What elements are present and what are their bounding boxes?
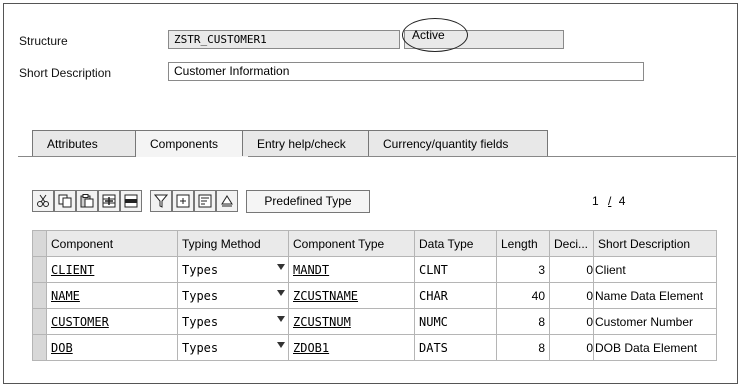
row-selector[interactable] <box>32 282 47 309</box>
row-selector[interactable] <box>32 334 47 361</box>
typing-method-value: Types <box>182 288 219 303</box>
decimals-cell: 0 <box>549 308 594 335</box>
decimals-cell: 0 <box>549 334 594 361</box>
row-selector[interactable] <box>32 308 47 335</box>
typing-method-select[interactable]: Types <box>177 282 289 309</box>
tab-currency-label: Currency/quantity fields <box>383 137 509 151</box>
short-description-input[interactable]: Customer Information <box>168 62 644 81</box>
component-cell[interactable]: NAME <box>46 282 178 309</box>
tab-components[interactable]: Components <box>135 130 248 157</box>
component-cell[interactable]: CUSTOMER <box>46 308 178 335</box>
short-description-cell: Name Data Element <box>593 282 717 309</box>
length-cell: 8 <box>496 334 550 361</box>
sort-icon[interactable] <box>194 190 216 212</box>
table-row: CUSTOMER Types ZCUSTNUM NUMC 8 0 Custome… <box>32 308 717 335</box>
length-cell: 8 <box>496 308 550 335</box>
column-header[interactable]: Short Description <box>593 230 717 257</box>
typing-method-select[interactable]: Types <box>177 308 289 335</box>
typing-method-value: Types <box>182 340 219 355</box>
typing-method-value: Types <box>182 314 219 329</box>
pager: 1 / 4 <box>592 194 625 208</box>
components-table: Component Typing Method Component Type D… <box>32 230 717 361</box>
component-cell[interactable]: CLIENT <box>46 256 178 283</box>
component-type-cell[interactable]: ZDOB1 <box>288 334 415 361</box>
short-description-label: Short Description <box>19 66 112 80</box>
typing-method-value: Types <box>182 262 219 277</box>
tab-currency-quantity-fields[interactable]: Currency/quantity fields <box>368 130 548 156</box>
pager-total: 4 <box>618 194 626 208</box>
component-cell[interactable]: DOB <box>46 334 178 361</box>
column-header[interactable]: Component Type <box>288 230 415 257</box>
insert-row-icon[interactable] <box>98 190 120 212</box>
length-cell: 40 <box>496 282 550 309</box>
data-type-cell: DATS <box>414 334 497 361</box>
short-description-cell: Client <box>593 256 717 283</box>
dropdown-arrow-icon[interactable] <box>277 342 285 348</box>
column-header[interactable]: Typing Method <box>177 230 289 257</box>
short-description-cell: DOB Data Element <box>593 334 717 361</box>
typing-method-select[interactable]: Types <box>177 334 289 361</box>
cut-icon[interactable] <box>32 190 54 212</box>
component-type-cell[interactable]: ZCUSTNAME <box>288 282 415 309</box>
table-header-row: Component Typing Method Component Type D… <box>32 230 717 257</box>
pager-separator: / <box>608 194 612 208</box>
filter-icon[interactable] <box>150 190 172 212</box>
tab-entry-help-label: Entry help/check <box>257 137 346 151</box>
short-description-cell: Customer Number <box>593 308 717 335</box>
select-all-cell[interactable] <box>32 230 47 257</box>
copy-icon[interactable] <box>54 190 76 212</box>
column-header[interactable]: Data Type <box>414 230 497 257</box>
pager-current: 1 <box>592 194 599 208</box>
append-icon[interactable] <box>172 190 194 212</box>
component-type-cell[interactable]: MANDT <box>288 256 415 283</box>
decimals-cell: 0 <box>549 256 594 283</box>
data-type-cell: NUMC <box>414 308 497 335</box>
status-text: Active <box>412 28 445 42</box>
structure-editor: Structure ZSTR_CUSTOMER1 Active Short De… <box>3 3 738 384</box>
paste-icon[interactable] <box>76 190 98 212</box>
dropdown-arrow-icon[interactable] <box>277 290 285 296</box>
row-selector[interactable] <box>32 256 47 283</box>
component-type-cell[interactable]: ZCUSTNUM <box>288 308 415 335</box>
delete-row-icon[interactable] <box>120 190 142 212</box>
structure-label: Structure <box>19 34 68 48</box>
dropdown-arrow-icon[interactable] <box>277 264 285 270</box>
column-header[interactable]: Length <box>496 230 550 257</box>
decimals-cell: 0 <box>549 282 594 309</box>
table-row: DOB Types ZDOB1 DATS 8 0 DOB Data Elemen… <box>32 334 717 361</box>
table-row: CLIENT Types MANDT CLNT 3 0 Client <box>32 256 717 283</box>
length-cell: 3 <box>496 256 550 283</box>
data-type-cell: CHAR <box>414 282 497 309</box>
dropdown-arrow-icon[interactable] <box>277 316 285 322</box>
tab-entry-help-check[interactable]: Entry help/check <box>242 130 374 156</box>
tab-components-label: Components <box>150 137 219 151</box>
column-header[interactable]: Component <box>46 230 178 257</box>
typing-method-select[interactable]: Types <box>177 256 289 283</box>
column-header[interactable]: Deci... <box>549 230 594 257</box>
tab-attributes-label: Attributes <box>47 137 98 151</box>
table-row: NAME Types ZCUSTNAME CHAR 40 0 Name Data… <box>32 282 717 309</box>
tab-attributes[interactable]: Attributes <box>32 130 142 156</box>
predefined-type-button[interactable]: Predefined Type <box>246 190 370 213</box>
up-icon[interactable] <box>216 190 238 212</box>
structure-name-field[interactable]: ZSTR_CUSTOMER1 <box>168 30 400 49</box>
data-type-cell: CLNT <box>414 256 497 283</box>
